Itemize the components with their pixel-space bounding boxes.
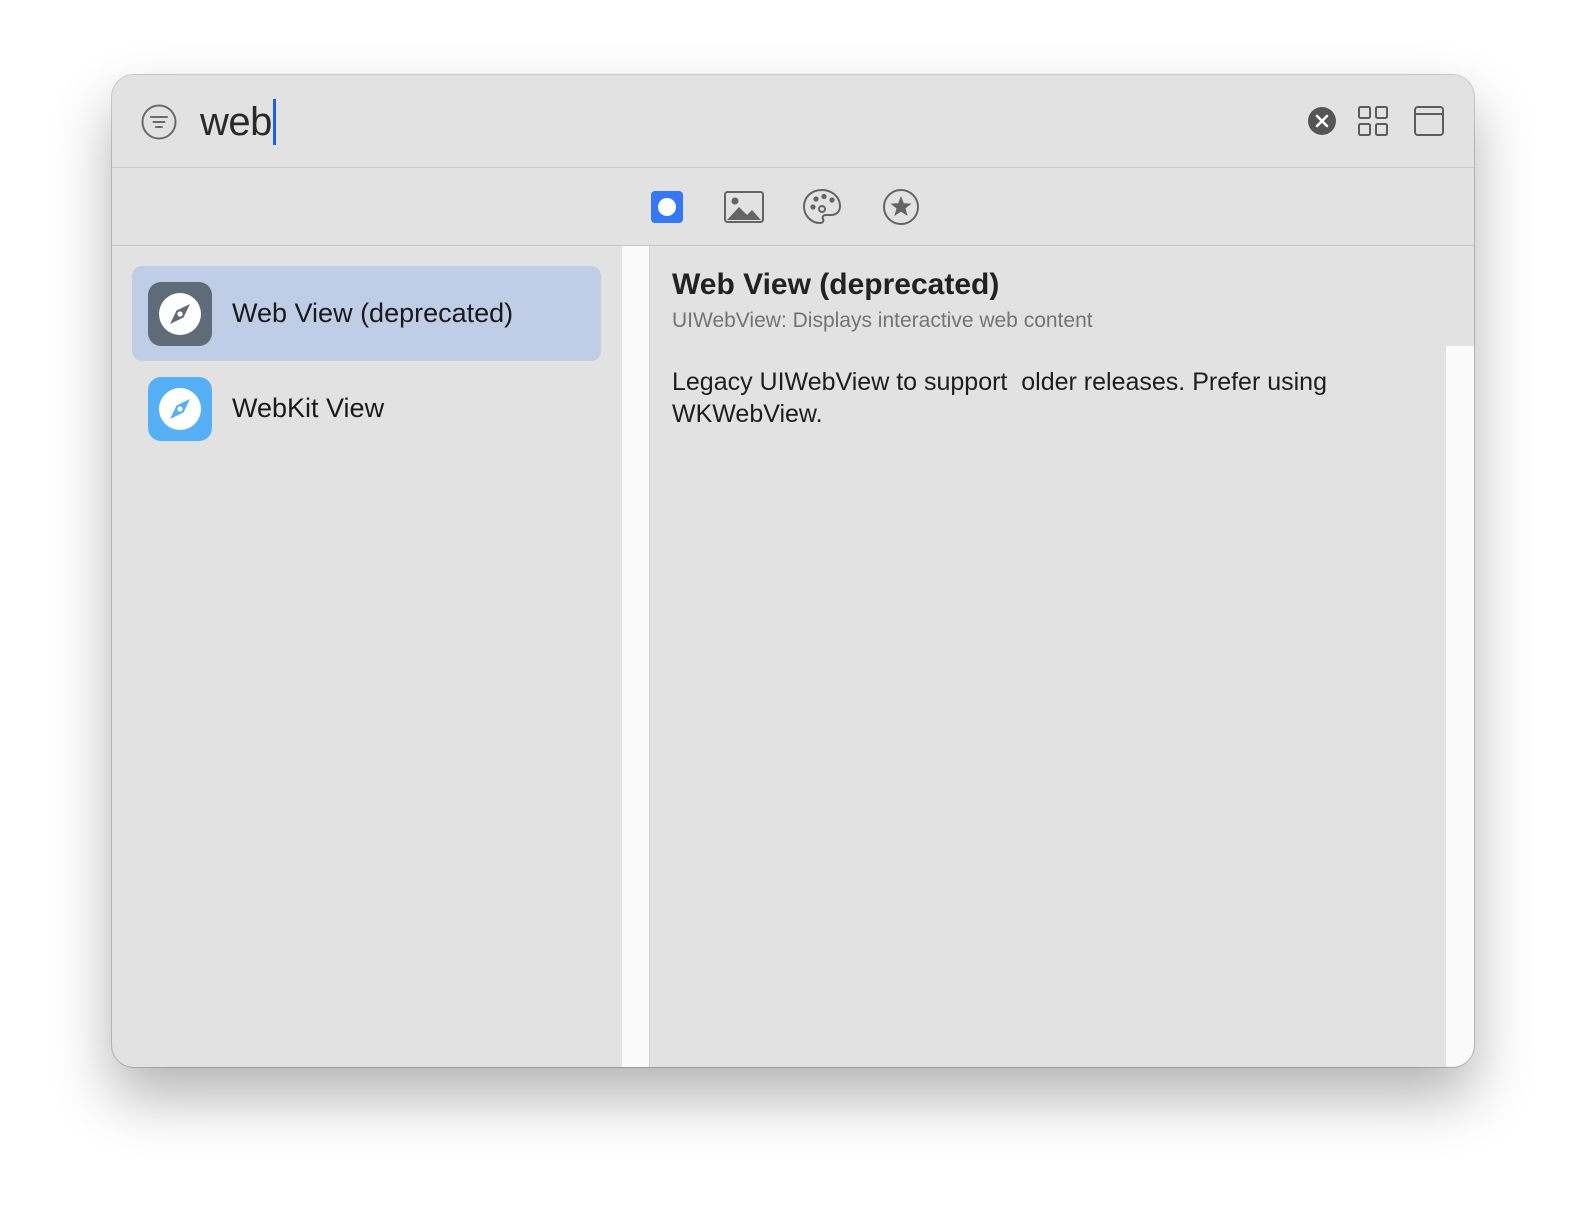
detail-subtitle: UIWebView: Displays interactive web cont…	[672, 309, 1093, 332]
favorites-tab-icon[interactable]	[881, 187, 921, 227]
category-tabs	[112, 168, 1474, 246]
views-tab-icon[interactable]	[647, 187, 687, 227]
list-item-webkit-view[interactable]: WebKit View	[132, 361, 601, 456]
list-item-web-view[interactable]: Web View (deprecated)	[132, 266, 601, 361]
compass-icon	[148, 282, 212, 346]
detail-title: Web View (deprecated)	[672, 268, 1000, 301]
detail-panel: Web View (deprecated) UIWebView: Display…	[650, 246, 1474, 1067]
list-item-label: WebKit View	[232, 393, 385, 423]
compass-icon	[148, 377, 212, 441]
results-list: Web View (deprecated) WebKit View	[112, 246, 622, 1067]
search-query: web	[200, 99, 272, 144]
color-palette-tab-icon[interactable]	[802, 187, 842, 227]
scrollbar[interactable]	[1446, 346, 1474, 1067]
text-caret	[272, 99, 276, 145]
filter-icon[interactable]	[141, 104, 177, 140]
search-input[interactable]: web	[200, 97, 276, 147]
library-window: web Web View (deprecated) WebKit View We…	[112, 75, 1474, 1067]
media-tab-icon[interactable]	[724, 187, 764, 227]
clear-search-icon[interactable]	[1307, 106, 1337, 136]
split-divider[interactable]	[622, 246, 650, 1067]
detail-pane-icon[interactable]	[1413, 105, 1445, 137]
grid-view-icon[interactable]	[1357, 105, 1389, 137]
search-bar: web	[112, 75, 1474, 168]
detail-description: Legacy UIWebView to support older releas…	[672, 368, 1327, 428]
list-item-label: Web View (deprecated)	[232, 298, 514, 328]
